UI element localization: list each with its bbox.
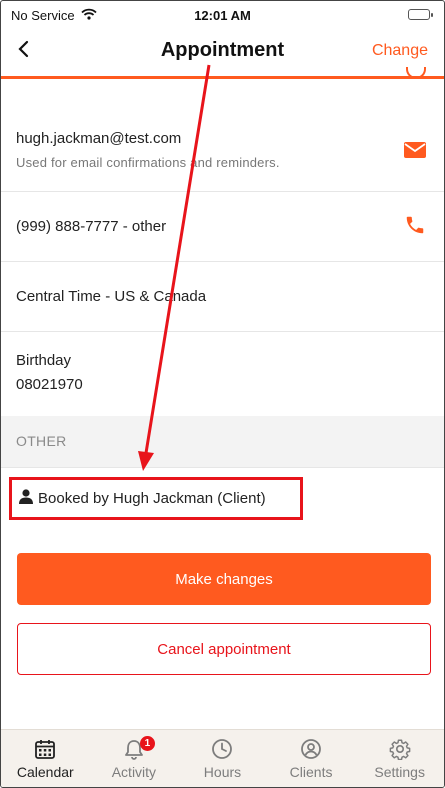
clock-icon [210,737,234,761]
tab-label: Calendar [16,764,74,780]
birthday-row: Birthday 08021970 [1,332,444,416]
booked-by-highlight: Booked by Hugh Jackman (Client) [9,477,303,520]
envelope-icon[interactable] [404,142,426,163]
app-screen: No Service 12:01 AM Appointment Change h… [0,0,445,788]
tab-activity[interactable]: 1 Activity [90,730,179,787]
header-divider [1,76,444,79]
email-row[interactable]: hugh.jackman@test.com Used for email con… [1,111,444,192]
email-note: Used for email confirmations and reminde… [16,155,280,170]
user-circle-icon [299,737,323,761]
make-changes-button[interactable]: Make changes [17,553,431,605]
person-icon [19,488,33,509]
booked-by-text: Booked by Hugh Jackman (Client) [38,490,266,507]
timezone-row: Central Time - US & Canada [1,262,444,332]
status-time: 12:01 AM [194,8,251,23]
nav-header: Appointment Change [1,31,444,71]
section-header-other: OTHER [1,416,444,468]
tab-label: Settings [374,764,425,780]
status-bar: No Service 12:01 AM [1,1,444,31]
birthday-value: 08021970 [16,376,83,393]
tab-label: Clients [289,764,333,780]
birthday-label: Birthday [16,352,72,369]
phone-value: (999) 888-7777 - other [16,218,167,235]
battery-icon [408,9,433,20]
phone-icon[interactable] [404,214,426,241]
calendar-icon [33,737,57,761]
tab-label: Activity [111,764,157,780]
phone-row[interactable]: (999) 888-7777 - other [1,192,444,262]
notification-badge: 1 [139,736,155,751]
email-value: hugh.jackman@test.com [16,130,182,147]
tab-clients[interactable]: Clients [267,730,356,787]
tab-settings[interactable]: Settings [355,730,444,787]
cancel-appointment-button[interactable]: Cancel appointment [17,623,431,675]
tab-label: Hours [203,764,242,780]
tab-bar: Calendar 1 Activity Hours Clients Settin… [1,729,444,787]
section-title: OTHER [16,433,67,449]
tab-hours[interactable]: Hours [178,730,267,787]
tab-calendar[interactable]: Calendar [1,730,90,787]
gear-icon [388,737,412,761]
change-button[interactable]: Change [372,42,428,60]
timezone-value: Central Time - US & Canada [16,288,207,305]
